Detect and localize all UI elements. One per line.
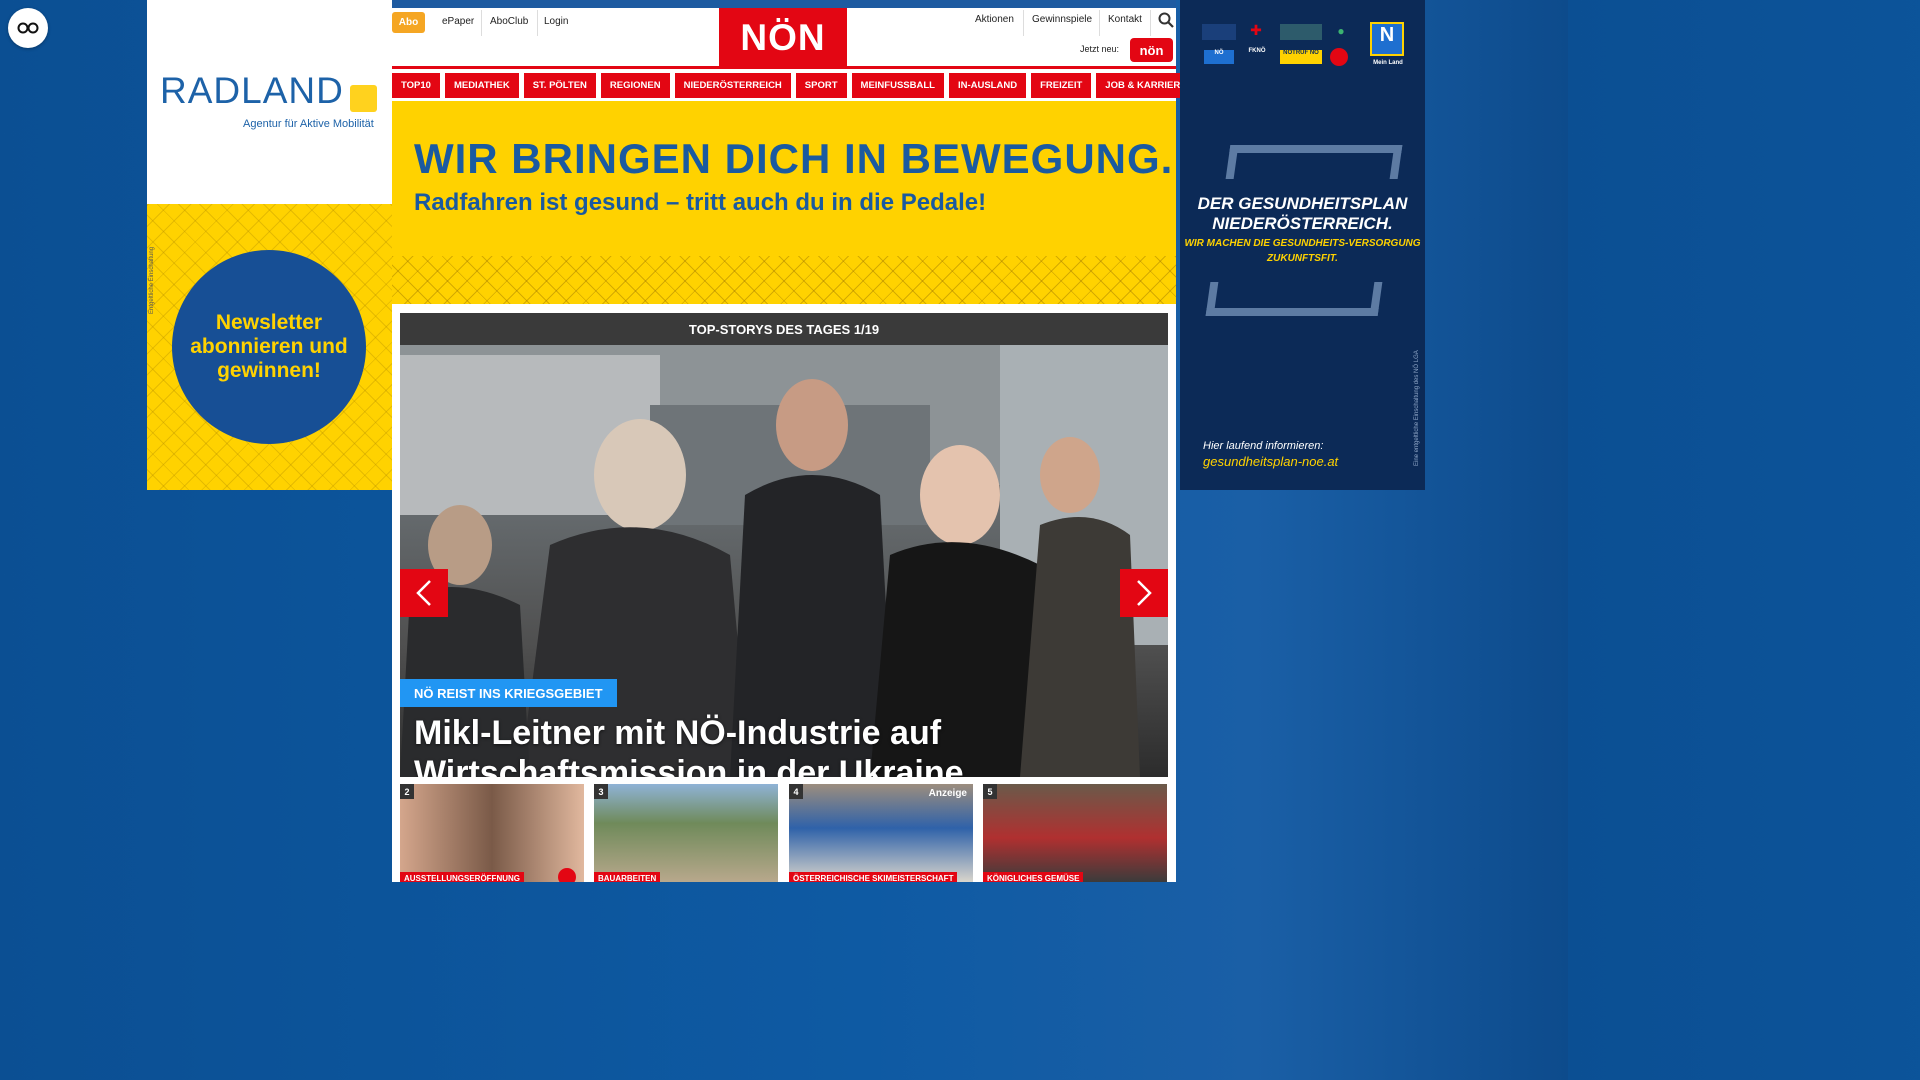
thumbnail-caption: AUSSTELLUNGSERÖFFNUNG (400, 872, 524, 882)
site-header: Abo ePaper AboClub Login NÖN Aktionen Ge… (392, 8, 1176, 68)
thumbnail-number: 5 (983, 784, 997, 799)
radland-logo-subtitle: Agentur für Aktive Mobilität (243, 118, 374, 130)
thumbnail-number: 4 (789, 784, 803, 799)
thumbnail-card[interactable]: 5 KÖNIGLICHES GEMÜSE (983, 784, 1167, 882)
banner-headline: WIR BRINGEN DICH IN BEWEGUNG. (414, 135, 1174, 182)
divider (481, 10, 482, 36)
banner-subline: Radfahren ist gesund – tritt auch du in … (414, 189, 987, 216)
nav-st-poelten[interactable]: ST. PÖLTEN (523, 73, 596, 98)
camera-icon (558, 868, 576, 882)
mein-land-label: Mein Land (1373, 60, 1403, 66)
mein-land-logo-icon: N (1370, 22, 1404, 56)
frame-top-decoration (1225, 145, 1403, 179)
story-thumbnails: 2 AUSSTELLUNGSERÖFFNUNG 3 BAUARBEITEN 4 … (400, 784, 1168, 882)
banner-pattern (392, 256, 1176, 304)
radland-banner-ad[interactable]: WIR BRINGEN DICH IN BEWEGUNG. Radfahren … (392, 101, 1176, 304)
right-advertisement[interactable]: ✚ ● NÖ FKNÖ NOTRUF NÖ N Mein Land DER GE… (1180, 0, 1425, 490)
thumbnail-caption: ÖSTERREICHISCHE SKIMEISTERSCHAFT (789, 872, 958, 882)
gesundheitsplan-title: DER GESUNDHEITSPLAN NIEDERÖSTERREICH. (1197, 194, 1408, 233)
divider (1023, 10, 1024, 36)
slider-next-button[interactable] (1120, 569, 1168, 617)
divider (1150, 10, 1151, 36)
nav-regionen[interactable]: REGIONEN (600, 73, 670, 98)
slide-image[interactable]: NÖ REIST INS KRIEGSGEBIET Mikl-Leitner m… (400, 345, 1168, 777)
thumbnail-number: 3 (594, 784, 608, 799)
red-cross-icon: ✚ (1250, 22, 1262, 38)
main-navigation: TOP10 MEDIATHEK ST. PÖLTEN REGIONEN NIED… (392, 73, 1196, 98)
noen-logo[interactable]: NÖN (719, 8, 847, 68)
nav-mediathek[interactable]: MEDIATHEK (444, 73, 519, 98)
jetzt-neu-label: Jetzt neu: (1080, 44, 1120, 54)
thumbnail-number: 2 (400, 784, 414, 799)
story-tag[interactable]: NÖ REIST INS KRIEGSGEBIET (400, 679, 617, 707)
thumbnail-card[interactable]: 4 Anzeige ÖSTERREICHISCHE SKIMEISTERSCHA… (789, 784, 973, 882)
ad-disclaimer: Eine entgeltliche Einschaltung des NÖ LG… (1414, 350, 1420, 466)
newsletter-text: Newsletter abonnieren und gewinnen! (190, 311, 348, 382)
info-label: Hier laufend informieren: (1203, 440, 1324, 452)
login-link[interactable]: Login (544, 16, 568, 27)
chevron-left-icon (416, 580, 431, 606)
gewinnspiele-link[interactable]: Gewinnspiele (1032, 14, 1092, 25)
ggk-logo-icon: ● (1337, 24, 1345, 38)
radland-logo: RADLAND Agentur für Aktive Mobilität (160, 70, 374, 130)
glasses-icon (17, 22, 39, 34)
thumbnail-card[interactable]: 3 BAUARBEITEN (594, 784, 778, 882)
nav-freizeit[interactable]: FREIZEIT (1031, 73, 1092, 98)
fknoe-logo-icon: FKNÖ (1248, 48, 1266, 54)
top-accent-bar (392, 0, 1176, 8)
ad-disclaimer: Entgeltliche Einschaltung (149, 246, 155, 314)
noen-app-badge[interactable]: nön (1130, 38, 1173, 62)
thumbnail-card[interactable]: 2 AUSSTELLUNGSERÖFFNUNG (400, 784, 584, 882)
nav-top10[interactable]: TOP10 (392, 73, 440, 98)
nav-meinfussball[interactable]: MEINFUSSBALL (851, 73, 944, 98)
radland-logo-word: RADLAND (160, 70, 344, 111)
newsletter-promo[interactable]: Entgeltliche Einschaltung Newsletter abo… (147, 204, 392, 490)
slider-heading: TOP-STORYS DES TAGES 1/19 (400, 313, 1168, 345)
abo-button[interactable]: Abo (392, 12, 425, 33)
epaper-link[interactable]: ePaper (442, 16, 474, 27)
story-headline[interactable]: Mikl-Leitner mit NÖ-Industrie auf Wirtsc… (414, 713, 1114, 777)
gesundheitsplan-subtitle: WIR MACHEN DIE GESUNDHEITS-VERSORGUNG ZU… (1184, 238, 1421, 264)
nav-sport[interactable]: SPORT (795, 73, 847, 98)
aktionen-link[interactable]: Aktionen (975, 14, 1014, 25)
notruf-logo-icon: NOTRUF NÖ (1280, 50, 1322, 64)
reader-mode-button[interactable] (8, 8, 48, 48)
thumbnail-caption: KÖNIGLICHES GEMÜSE (983, 872, 1084, 882)
aboclub-link[interactable]: AboClub (490, 16, 528, 27)
anzeige-label: Anzeige (928, 788, 967, 799)
chevron-right-icon (1137, 580, 1152, 606)
ggk-badge-icon (1330, 48, 1348, 66)
noe-logo-icon: NÖ (1204, 50, 1234, 64)
radland-logo-area: RADLAND Agentur für Aktive Mobilität (147, 0, 392, 204)
landesgesundheitsagentur-logo-icon (1280, 24, 1322, 40)
kontakt-link[interactable]: Kontakt (1108, 14, 1142, 25)
main-column: Abo ePaper AboClub Login NÖN Aktionen Ge… (392, 0, 1196, 882)
search-icon[interactable] (1158, 12, 1174, 28)
nav-in-ausland[interactable]: IN-AUSLAND (948, 73, 1027, 98)
divider (1099, 10, 1100, 36)
slider-prev-button[interactable] (400, 569, 448, 617)
gesundheitsplan-link[interactable]: gesundheitsplan-noe.at (1203, 454, 1338, 469)
noe-n-logo-icon (350, 85, 377, 112)
partner-logo-icon (1202, 24, 1236, 40)
nav-niederoesterreich[interactable]: NIEDERÖSTERREICH (674, 73, 791, 98)
thumbnail-caption: BAUARBEITEN (594, 872, 661, 882)
divider (537, 10, 538, 36)
header-red-line (392, 66, 1176, 69)
newsletter-circle[interactable]: Newsletter abonnieren und gewinnen! (172, 250, 366, 444)
top-stories-slider: TOP-STORYS DES TAGES 1/19 NÖ REIST INS K… (400, 313, 1168, 777)
left-advertisement[interactable]: RADLAND Agentur für Aktive Mobilität Ent… (147, 0, 392, 490)
frame-bottom-decoration (1205, 282, 1383, 316)
